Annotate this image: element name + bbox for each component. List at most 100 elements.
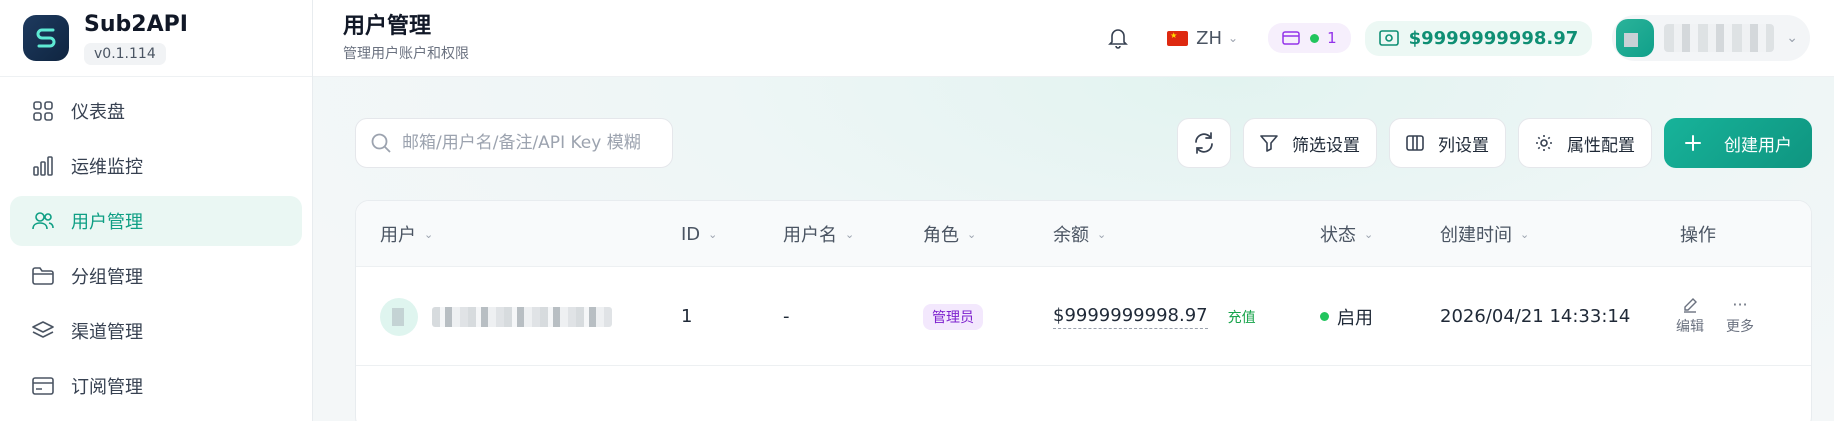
edit-label: 编辑 <box>1676 319 1704 335</box>
app-name: Sub2API <box>84 11 188 37</box>
status-badge: 启用 <box>1337 307 1373 329</box>
plus-icon <box>1684 134 1702 152</box>
more-icon: ··· <box>1732 295 1748 314</box>
page-subtitle: 管理用户账户和权限 <box>343 46 469 62</box>
chevron-down-icon: ⌄ <box>1520 227 1530 241</box>
sidebar: Sub2API v0.1.114 仪表盘 运维监控 用户管理 分组管理 渠道管理… <box>0 0 313 421</box>
chevron-down-icon: ⌄ <box>1097 227 1107 241</box>
column-header-actions: 操作 <box>1680 225 1716 246</box>
column-header-status[interactable]: 状态 ⌄ <box>1320 201 1373 267</box>
column-header-username[interactable]: 用户名 ⌄ <box>783 201 854 267</box>
column-settings-label: 列设置 <box>1438 135 1489 156</box>
card-icon <box>1282 31 1300 45</box>
column-header-id[interactable]: ID ⌄ <box>681 201 717 267</box>
user-cell <box>380 267 612 366</box>
balance-value[interactable]: $9999999998.97 <box>1053 305 1208 329</box>
columns-icon <box>1406 135 1424 151</box>
users-icon <box>31 209 55 233</box>
create-user-label: 创建用户 <box>1724 135 1792 156</box>
role-cell: 管理员 <box>923 267 983 366</box>
create-user-button[interactable]: 创建用户 <box>1664 118 1812 168</box>
grid-icon <box>31 99 55 123</box>
column-header-role[interactable]: 角色 ⌄ <box>923 201 976 267</box>
gear-icon <box>1535 134 1553 152</box>
status-dot <box>1320 312 1329 321</box>
balance-amount: $9999999998.97 <box>1408 27 1579 49</box>
sidebar-item-monitoring[interactable]: 运维监控 <box>10 141 302 191</box>
avatar <box>380 297 418 336</box>
sidebar-item-label: 订阅管理 <box>71 377 143 398</box>
column-header-balance[interactable]: 余额 ⌄ <box>1053 201 1106 267</box>
pencil-icon <box>1682 297 1698 313</box>
toolbar: 筛选设置 列设置 属性配置 创建用户 <box>1165 118 1812 168</box>
credit-card-icon <box>31 374 55 398</box>
more-button[interactable]: ··· 更多 <box>1726 297 1754 336</box>
page-title: 用户管理 <box>343 14 432 39</box>
sidebar-item-channels[interactable]: 渠道管理 <box>10 306 302 356</box>
sidebar-item-dashboard[interactable]: 仪表盘 <box>10 86 302 136</box>
subscription-badge[interactable]: 1 <box>1268 23 1351 53</box>
table-header: 用户 ⌄ ID ⌄ 用户名 ⌄ 角色 ⌄ 余额 ⌄ 状态 ⌄ 创建时间 ⌄ 操作 <box>356 201 1811 267</box>
created-cell: 2026/04/21 14:33:14 <box>1440 306 1631 327</box>
refresh-icon <box>1193 132 1215 154</box>
subscription-count: 1 <box>1327 29 1337 47</box>
filter-icon <box>1260 134 1278 152</box>
users-table: 用户 ⌄ ID ⌄ 用户名 ⌄ 角色 ⌄ 余额 ⌄ 状态 ⌄ 创建时间 ⌄ 操作 1 - 管理… <box>355 200 1812 421</box>
search-input[interactable] <box>402 133 662 153</box>
sidebar-item-label: 分组管理 <box>71 267 143 288</box>
sidebar-item-groups[interactable]: 分组管理 <box>10 251 302 301</box>
user-menu[interactable]: ⌄ <box>1612 15 1810 61</box>
filter-settings-button[interactable]: 筛选设置 <box>1243 118 1377 168</box>
sidebar-item-subscriptions[interactable]: 订阅管理 <box>10 361 302 411</box>
id-cell: 1 <box>681 306 693 327</box>
folder-icon <box>31 264 55 288</box>
username-cell: - <box>783 306 790 327</box>
redacted-email <box>432 306 612 327</box>
search-icon <box>370 132 392 154</box>
chevron-down-icon: ⌄ <box>708 227 718 241</box>
language-selector[interactable]: ZH ⌄ <box>1167 28 1238 49</box>
wallet-icon <box>1378 30 1399 46</box>
sidebar-item-label: 渠道管理 <box>71 322 143 343</box>
actions-cell: 编辑 ··· 更多 <box>1676 267 1776 366</box>
search-box[interactable] <box>355 118 673 168</box>
chevron-down-icon: ⌄ <box>845 227 855 241</box>
attribute-config-button[interactable]: 属性配置 <box>1518 118 1652 168</box>
chevron-down-icon: ⌄ <box>1786 30 1798 46</box>
filter-settings-label: 筛选设置 <box>1292 135 1360 156</box>
sidebar-nav: 仪表盘 运维监控 用户管理 分组管理 渠道管理 订阅管理 <box>0 77 312 421</box>
top-header: 用户管理 管理用户账户和权限 ZH ⌄ 1 $9999999998.97 ⌄ <box>313 0 1834 77</box>
bell-icon[interactable] <box>1103 23 1133 53</box>
recharge-link[interactable]: 充值 <box>1228 307 1256 327</box>
chevron-down-icon: ⌄ <box>424 227 434 241</box>
sidebar-item-label: 用户管理 <box>71 212 143 233</box>
app-logo[interactable] <box>23 15 69 61</box>
sidebar-item-label: 运维监控 <box>71 157 143 178</box>
chevron-down-icon: ⌄ <box>1364 227 1374 241</box>
column-header-created[interactable]: 创建时间 ⌄ <box>1440 201 1529 267</box>
balance-cell: $9999999998.97 充值 <box>1053 267 1256 366</box>
attribute-config-label: 属性配置 <box>1567 135 1635 156</box>
table-row: 1 - 管理员 $9999999998.97 充值 启用 2026/04/21 … <box>356 267 1811 366</box>
chevron-down-icon: ⌄ <box>967 227 977 241</box>
more-label: 更多 <box>1726 319 1754 335</box>
redacted-username <box>1664 24 1775 52</box>
layers-icon <box>31 319 55 343</box>
refresh-button[interactable] <box>1177 118 1231 168</box>
version-badge: v0.1.114 <box>84 42 166 65</box>
chevron-down-icon: ⌄ <box>1228 31 1239 45</box>
brand: Sub2API v0.1.114 <box>0 0 312 77</box>
balance-badge[interactable]: $9999999998.97 <box>1364 20 1593 56</box>
avatar <box>1616 19 1655 57</box>
sidebar-item-label: 仪表盘 <box>71 102 125 123</box>
status-cell: 启用 <box>1320 267 1373 366</box>
status-dot <box>1310 33 1320 43</box>
role-badge: 管理员 <box>923 303 983 330</box>
china-flag-icon <box>1167 30 1189 46</box>
sidebar-item-users[interactable]: 用户管理 <box>10 196 302 246</box>
column-settings-button[interactable]: 列设置 <box>1389 118 1506 168</box>
language-code: ZH <box>1196 27 1222 49</box>
bar-chart-icon <box>31 154 55 178</box>
column-header-user[interactable]: 用户 ⌄ <box>380 201 433 267</box>
edit-button[interactable]: 编辑 <box>1676 297 1704 336</box>
